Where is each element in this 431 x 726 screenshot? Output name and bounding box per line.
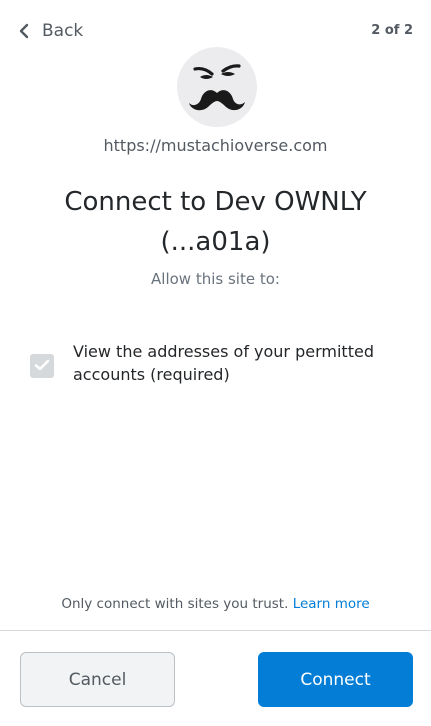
permission-label: View the addresses of your permitted acc… (73, 342, 374, 384)
back-button[interactable]: Back (18, 16, 83, 46)
chevron-left-icon (18, 23, 30, 39)
check-icon (34, 357, 50, 376)
mustache-face-icon (177, 47, 257, 127)
permission-prompt: Allow this site to: (151, 270, 280, 288)
permission-item-view-addresses: View the addresses of your permitted acc… (30, 340, 410, 386)
page-title-line-1: Connect to Dev OWNLY (64, 187, 367, 217)
page-title: Connect to Dev OWNLY (...a01a) (20, 182, 411, 262)
page-title-line-2: (...a01a) (160, 227, 271, 257)
trust-text: Only connect with sites you trust. (61, 596, 289, 612)
back-label: Back (42, 21, 84, 41)
permission-checkbox[interactable] (30, 354, 54, 378)
site-avatar (177, 47, 257, 127)
cancel-button[interactable]: Cancel (20, 652, 175, 707)
learn-more-link[interactable]: Learn more (293, 596, 370, 612)
step-indicator: 2 of 2 (371, 23, 413, 38)
connect-permissions-page: Back 2 of 2 https://mustachioverse.com C… (0, 0, 431, 726)
connect-button[interactable]: Connect (258, 652, 413, 707)
footer-divider (0, 630, 431, 631)
header: Back 2 of 2 (0, 16, 431, 46)
trust-notice: Only connect with sites you trust. Learn… (0, 596, 431, 612)
site-origin: https://mustachioverse.com (103, 136, 328, 155)
